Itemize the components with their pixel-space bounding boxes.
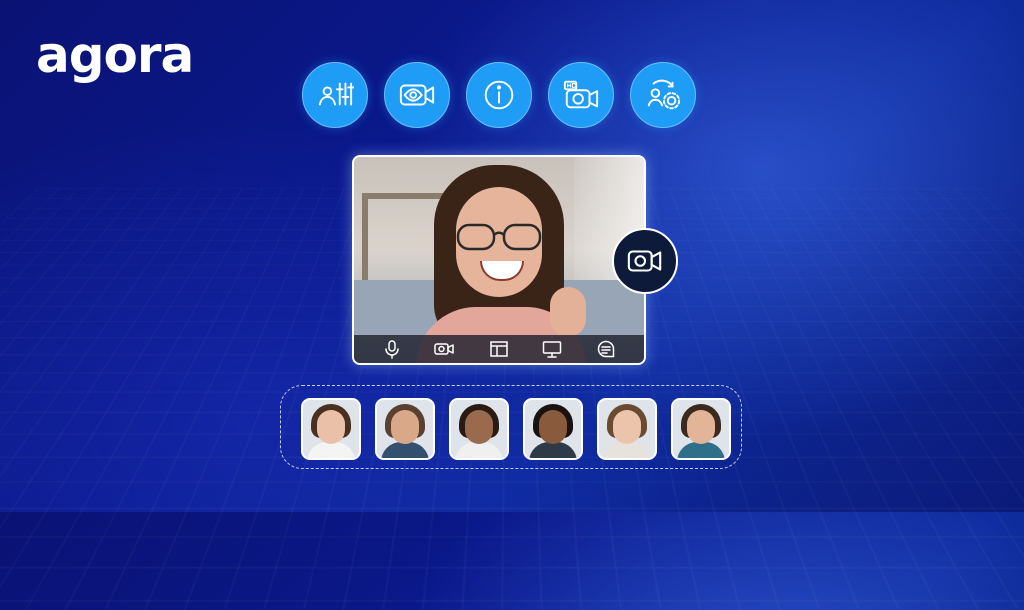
avatar-face xyxy=(391,410,419,444)
avatar-body xyxy=(677,442,725,458)
info-button[interactable] xyxy=(466,62,532,128)
eye-camera-icon xyxy=(399,84,435,106)
avatar-face xyxy=(465,410,493,444)
participant-avatar-1[interactable] xyxy=(301,398,361,460)
avatar-body xyxy=(307,442,355,458)
avatar-body xyxy=(455,442,503,458)
user-settings-sliders-icon xyxy=(318,82,354,106)
avatar-face xyxy=(539,410,567,444)
chat-button[interactable] xyxy=(596,339,616,359)
main-video-tile[interactable] xyxy=(352,155,646,365)
avatar-face xyxy=(687,410,715,444)
video-control-bar xyxy=(354,335,644,363)
user-switch-settings-icon xyxy=(647,79,681,110)
participant-strip xyxy=(280,385,742,469)
layout-button[interactable] xyxy=(489,339,509,359)
screen-share-button[interactable] xyxy=(542,339,562,359)
background-shelf xyxy=(362,193,452,199)
speaker-hand xyxy=(550,287,586,337)
layout-icon xyxy=(490,341,508,357)
chat-icon xyxy=(597,340,615,358)
avatar-body xyxy=(381,442,429,458)
avatar-face xyxy=(317,410,345,444)
video-camera-icon xyxy=(627,250,662,272)
microphone-icon xyxy=(385,340,399,359)
participant-avatar-3[interactable] xyxy=(449,398,509,460)
user-switch-settings-button[interactable] xyxy=(630,62,696,128)
avatar-face xyxy=(613,410,641,444)
mic-toggle-button[interactable] xyxy=(382,339,402,359)
participant-avatar-4[interactable] xyxy=(523,398,583,460)
camera-toggle-button[interactable] xyxy=(434,339,454,359)
avatar-body xyxy=(603,442,651,458)
avatar-body xyxy=(529,442,577,458)
info-icon xyxy=(484,80,514,110)
participant-avatar-6[interactable] xyxy=(671,398,731,460)
agora-logo: agora xyxy=(36,26,194,84)
hd-camera-button[interactable] xyxy=(548,62,614,128)
camera-feature-badge[interactable] xyxy=(612,228,678,294)
speaker-glasses xyxy=(456,223,542,251)
participant-avatar-2[interactable] xyxy=(375,398,435,460)
eye-camera-button[interactable] xyxy=(384,62,450,128)
participant-avatar-5[interactable] xyxy=(597,398,657,460)
hd-camera-icon xyxy=(563,80,599,109)
screen-share-icon xyxy=(542,341,562,358)
user-settings-sliders-button[interactable] xyxy=(302,62,368,128)
camera-icon xyxy=(434,343,454,355)
